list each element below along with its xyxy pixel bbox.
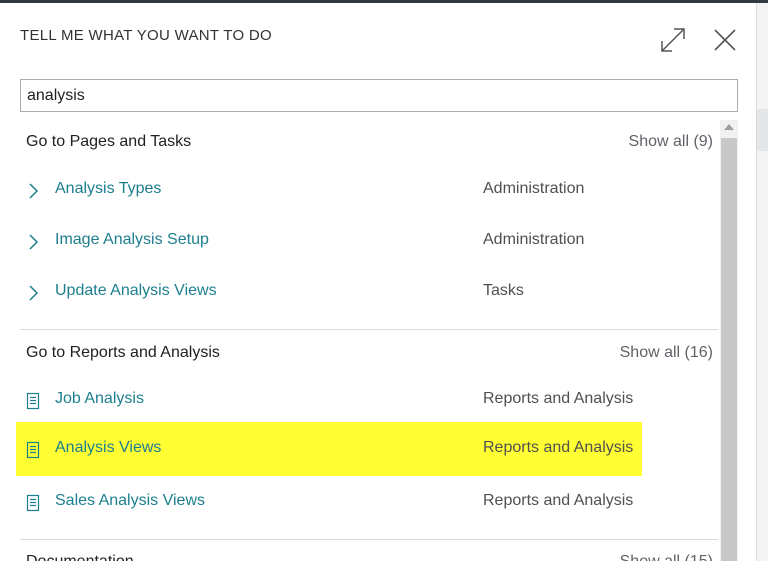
- item-name: Image Analysis Setup: [55, 231, 209, 248]
- item-name: Analysis Views: [55, 439, 162, 456]
- report-icon: [26, 494, 40, 512]
- item-category: Reports and Analysis: [483, 390, 634, 407]
- group-divider: [20, 539, 718, 540]
- list-item[interactable]: Sales Analysis Views Reports and Analysi…: [16, 478, 716, 528]
- item-category: Reports and Analysis: [483, 439, 634, 456]
- report-icon: [26, 441, 40, 459]
- dialog-title: TELL ME WHAT YOU WANT TO DO: [20, 27, 273, 44]
- group-title-documentation: Documentation: [26, 553, 134, 561]
- scrollbar-thumb[interactable]: [721, 138, 737, 561]
- item-name: Analysis Types: [55, 180, 162, 197]
- item-name: Sales Analysis Views: [55, 492, 205, 509]
- list-item[interactable]: Analysis Types Administration: [16, 166, 716, 216]
- group-title-reports-analysis: Go to Reports and Analysis: [26, 344, 220, 361]
- item-name: Update Analysis Views: [55, 282, 217, 299]
- background-band: [757, 109, 768, 151]
- results-list: Go to Pages and Tasks Show all (9) Analy…: [0, 120, 720, 561]
- list-item[interactable]: Job Analysis Reports and Analysis: [16, 376, 716, 426]
- chevron-right-icon: [26, 182, 40, 200]
- chevron-right-icon: [26, 233, 40, 251]
- list-item-highlighted[interactable]: Analysis Views Reports and Analysis: [16, 422, 642, 476]
- group-title-pages-tasks: Go to Pages and Tasks: [26, 133, 192, 150]
- chevron-right-icon: [26, 284, 40, 302]
- expand-icon[interactable]: [660, 27, 686, 53]
- background-page-edge: [756, 3, 768, 561]
- list-item[interactable]: Image Analysis Setup Administration: [16, 217, 716, 267]
- group-divider: [20, 329, 718, 330]
- results-scrollbar[interactable]: [720, 120, 738, 561]
- item-category: Tasks: [483, 282, 524, 299]
- item-name: Job Analysis: [55, 390, 144, 407]
- item-category: Administration: [483, 231, 585, 248]
- show-all-reports-analysis[interactable]: Show all (16): [620, 344, 713, 362]
- item-category: Administration: [483, 180, 585, 197]
- scroll-up-arrow-icon[interactable]: [724, 124, 734, 130]
- close-icon[interactable]: [712, 27, 738, 53]
- list-item[interactable]: Update Analysis Views Tasks: [16, 268, 716, 318]
- item-category: Reports and Analysis: [483, 492, 634, 509]
- report-icon: [26, 392, 40, 410]
- search-input[interactable]: [20, 79, 738, 112]
- show-all-documentation[interactable]: Show all (15): [620, 553, 713, 561]
- show-all-pages-tasks[interactable]: Show all (9): [629, 133, 713, 151]
